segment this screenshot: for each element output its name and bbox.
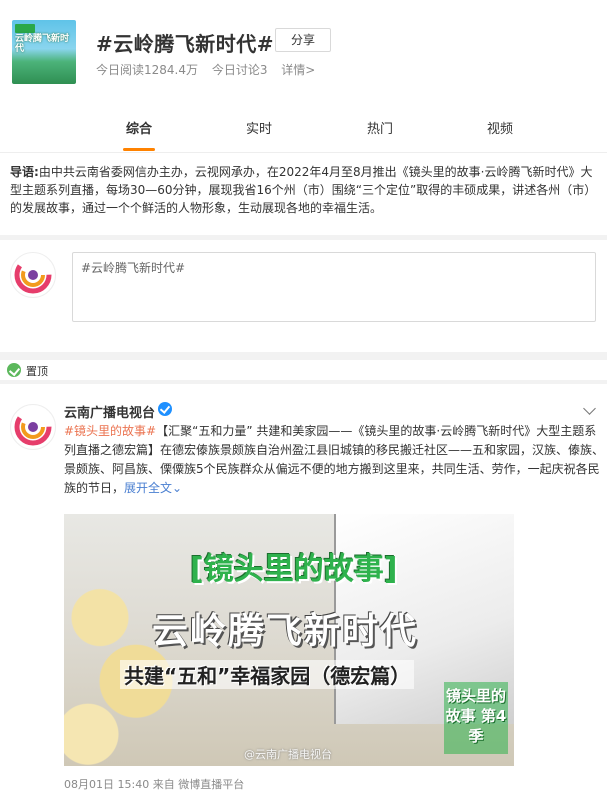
user-avatar[interactable]	[10, 252, 56, 298]
post-image[interactable]: [镜头里的故事] 云岭腾飞新时代 共建“五和”幸福家园（德宏篇） 镜头里的故事 …	[64, 514, 514, 766]
pin-icon	[7, 363, 21, 377]
cover-title: 云岭腾飞新时代	[15, 34, 70, 54]
post-composer: #云岭腾飞新时代#	[0, 240, 607, 352]
post-hashtag[interactable]: #镜头里的故事#	[64, 424, 156, 438]
post-text: #镜头里的故事#【汇聚“五和力量” 共建和美家园——《镜头里的故事·云岭腾飞新时…	[64, 422, 604, 498]
verified-icon	[158, 402, 172, 416]
tab-video[interactable]: 视频	[470, 118, 530, 137]
post-source: 来自 微博直播平台	[152, 778, 245, 791]
intro-paragraph: 导语:由中共云南省委网信办主办，云视网承办，在2022年4月至8月推出《镜头里的…	[10, 163, 595, 217]
intro-text: 由中共云南省委网信办主办，云视网承办，在2022年4月至8月推出《镜头里的故事·…	[10, 165, 593, 215]
post-timestamp[interactable]: 08月01日 15:40	[64, 778, 149, 791]
details-link[interactable]: 详情>	[281, 63, 315, 77]
compose-input[interactable]: #云岭腾飞新时代#	[72, 252, 596, 322]
author-logo-icon	[14, 408, 52, 446]
topic-title: #云岭腾飞新时代#	[96, 32, 275, 56]
topic-page: 云岭腾飞新时代 #云岭腾飞新时代# 分享 今日阅读1284.4万 今日讨论3 详…	[0, 0, 607, 799]
topic-header: 云岭腾飞新时代 #云岭腾飞新时代# 分享 今日阅读1284.4万 今日讨论3 详…	[0, 0, 607, 152]
share-button[interactable]: 分享	[275, 28, 331, 52]
post-footer: 08月01日 15:40 来自 微博直播平台	[64, 776, 244, 792]
active-tab-indicator	[123, 148, 155, 151]
pinned-row: 置顶	[0, 360, 607, 380]
topic-tabs: 综合 实时 热门 视频	[0, 108, 607, 152]
tab-comprehensive[interactable]: 综合	[109, 118, 169, 137]
tab-hot[interactable]: 热门	[350, 118, 410, 137]
post-author[interactable]: 云南广播电视台	[64, 402, 155, 421]
topic-intro: 导语:由中共云南省委网信办主办，云视网承办，在2022年4月至8月推出《镜头里的…	[0, 152, 607, 235]
topic-cover-image: 云岭腾飞新时代	[12, 20, 76, 84]
avatar-logo-icon	[14, 256, 52, 294]
intro-label: 导语:	[10, 165, 39, 179]
author-avatar[interactable]	[10, 404, 56, 450]
topic-meta: 今日阅读1284.4万 今日讨论3 详情>	[96, 61, 325, 78]
expand-link[interactable]: 展开全文	[124, 481, 172, 495]
chevron-down-icon[interactable]	[583, 402, 596, 415]
discuss-count: 今日讨论3	[211, 63, 268, 77]
tab-realtime[interactable]: 实时	[229, 118, 289, 137]
read-count: 今日阅读1284.4万	[96, 63, 198, 77]
cover-badge	[15, 24, 35, 33]
image-subtitle: 共建“五和”幸福家园（德宏篇）	[120, 660, 415, 689]
pinned-label: 置顶	[26, 365, 48, 378]
post-card: 云南广播电视台 #镜头里的故事#【汇聚“五和力量” 共建和美家园——《镜头里的故…	[0, 384, 607, 799]
image-title-primary: [镜头里的故事]	[190, 552, 398, 587]
expand-chevron-icon[interactable]: ⌄	[172, 481, 182, 495]
image-title-secondary: 云岭腾飞新时代	[152, 611, 419, 652]
image-season-badge: 镜头里的故事 第4季	[444, 682, 508, 754]
image-watermark: @云南广播电视台	[244, 748, 332, 761]
